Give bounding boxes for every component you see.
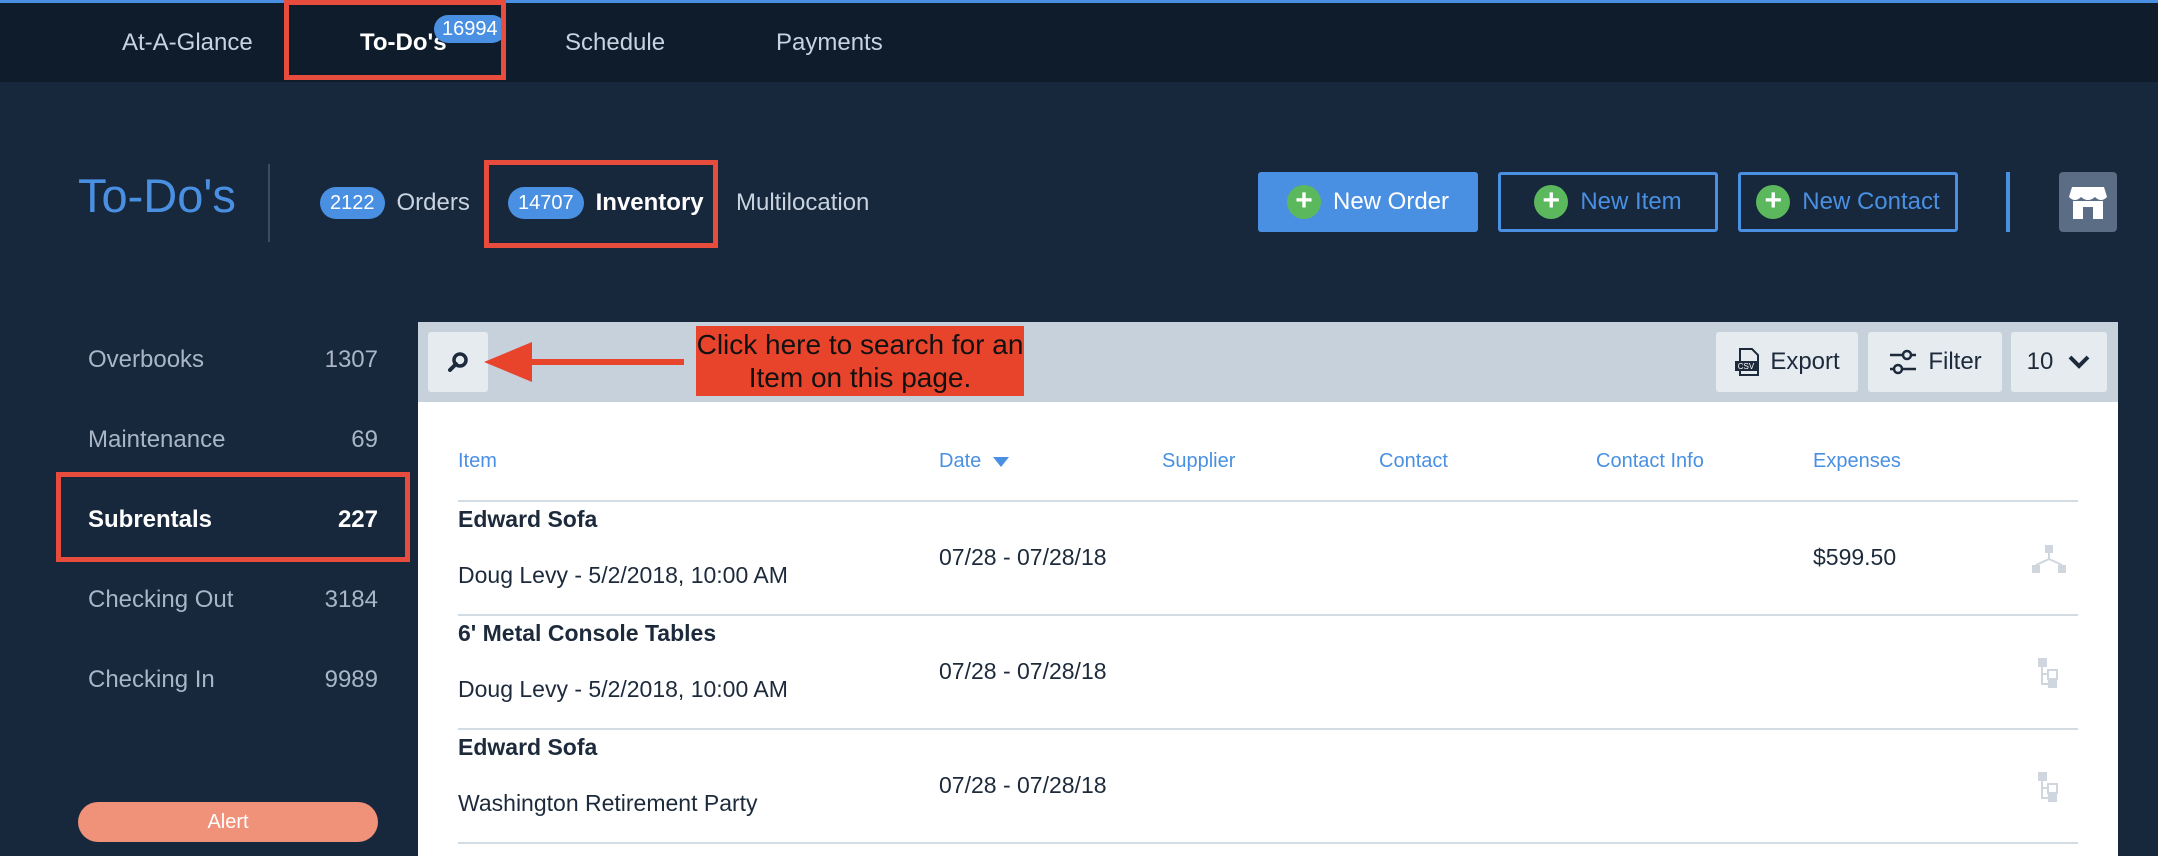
plus-icon: +	[1756, 185, 1791, 219]
subtab-orders-label: Orders	[396, 189, 470, 216]
csv-file-icon: CSV	[1735, 348, 1760, 376]
alert-button[interactable]: Alert	[78, 802, 378, 842]
filter-label: Filter	[1928, 348, 1982, 375]
row-expenses: $599.50	[1813, 544, 1897, 570]
svg-text:CSV: CSV	[1738, 362, 1755, 371]
sidebar-item-label: Overbooks	[88, 346, 205, 373]
row-date: 07/28 - 07/28/18	[939, 772, 1107, 798]
sidebar-item-count: 1307	[324, 346, 378, 373]
sidebar-item-label: Checking In	[88, 666, 215, 693]
row-divider	[458, 614, 2078, 616]
storefront-icon	[2069, 187, 2107, 219]
per-page-value: 10	[2026, 348, 2054, 375]
sliders-icon	[1890, 349, 1917, 375]
new-contact-label: New Contact	[1802, 188, 1940, 215]
new-item-label: New Item	[1580, 188, 1682, 215]
chevron-down-icon	[2068, 355, 2090, 369]
search-icon	[448, 352, 468, 372]
row-item-name[interactable]: 6' Metal Console Tables	[458, 620, 716, 647]
row-date: 07/28 - 07/28/18	[939, 658, 1107, 684]
row-item-name[interactable]: Edward Sofa	[458, 506, 597, 533]
sidebar-item-label: Checking Out	[88, 586, 234, 613]
inventory-panel: CSV Export Filter 10	[418, 322, 2118, 856]
column-header-label: Date	[939, 450, 982, 472]
row-divider	[458, 842, 2078, 844]
per-page-select[interactable]: 10	[2011, 332, 2107, 392]
subtab-orders[interactable]: 2122 Orders	[320, 186, 470, 220]
row-item-name[interactable]: Edward Sofa	[458, 734, 597, 761]
new-contact-button[interactable]: + New Contact	[1738, 172, 1958, 232]
new-item-button[interactable]: + New Item	[1498, 172, 1718, 232]
sidebar-item-checking-in[interactable]: Checking In 9989	[88, 666, 378, 694]
row-item-sub: Doug Levy - 5/2/2018, 10:00 AM	[458, 562, 788, 588]
search-callout: Click here to search for an Item on this…	[696, 326, 1024, 396]
tab-schedule[interactable]: Schedule	[565, 3, 665, 82]
column-header-contact[interactable]: Contact	[1379, 450, 1448, 473]
hierarchy-icon[interactable]	[2038, 772, 2062, 802]
row-item-sub: Washington Retirement Party	[458, 790, 758, 816]
plus-icon: +	[1534, 185, 1569, 219]
column-header-supplier[interactable]: Supplier	[1162, 450, 1235, 473]
tab-at-a-glance[interactable]: At-A-Glance	[122, 3, 253, 82]
network-icon[interactable]	[2032, 545, 2066, 575]
column-header-date[interactable]: Date	[939, 450, 1009, 473]
subtab-multilocation-label: Multilocation	[736, 189, 870, 216]
export-label: Export	[1770, 348, 1840, 375]
plus-icon: +	[1286, 185, 1321, 219]
filter-button[interactable]: Filter	[1868, 332, 2002, 392]
row-divider	[458, 500, 2078, 502]
sidebar-item-count: 3184	[324, 586, 378, 613]
page-title: To-Do's	[78, 169, 236, 222]
sidebar-item-label: Maintenance	[88, 426, 226, 453]
column-header-expenses[interactable]: Expenses	[1813, 450, 1901, 473]
row-date: 07/28 - 07/28/18	[939, 544, 1107, 570]
new-order-button[interactable]: + New Order	[1258, 172, 1478, 232]
column-header-contact-info[interactable]: Contact Info	[1596, 450, 1704, 473]
hierarchy-icon[interactable]	[2038, 658, 2062, 688]
sidebar-item-overbooks[interactable]: Overbooks 1307	[88, 346, 378, 374]
new-order-label: New Order	[1332, 188, 1450, 215]
column-header-item[interactable]: Item	[458, 450, 497, 473]
orders-count-badge: 2122	[320, 187, 385, 219]
sidebar-item-maintenance[interactable]: Maintenance 69	[88, 426, 378, 454]
storefront-button[interactable]	[2059, 172, 2117, 232]
highlight-box-subrentals	[56, 472, 410, 562]
highlight-box-inventory-tab	[484, 160, 718, 248]
header-divider	[2006, 172, 2010, 232]
sort-desc-icon	[992, 457, 1009, 467]
sidebar-item-checking-out[interactable]: Checking Out 3184	[88, 586, 378, 614]
tab-payments[interactable]: Payments	[776, 3, 883, 82]
row-item-sub: Doug Levy - 5/2/2018, 10:00 AM	[458, 676, 788, 702]
sidebar-item-count: 9989	[324, 666, 378, 693]
title-divider	[268, 164, 270, 242]
sidebar-item-count: 69	[351, 426, 378, 453]
callout-arrow-icon	[484, 342, 684, 382]
search-button[interactable]	[428, 332, 488, 392]
export-button[interactable]: CSV Export	[1716, 332, 1858, 392]
subtab-multilocation[interactable]: Multilocation	[736, 186, 869, 220]
highlight-box-todos-tab	[284, 0, 506, 80]
row-divider	[458, 728, 2078, 730]
